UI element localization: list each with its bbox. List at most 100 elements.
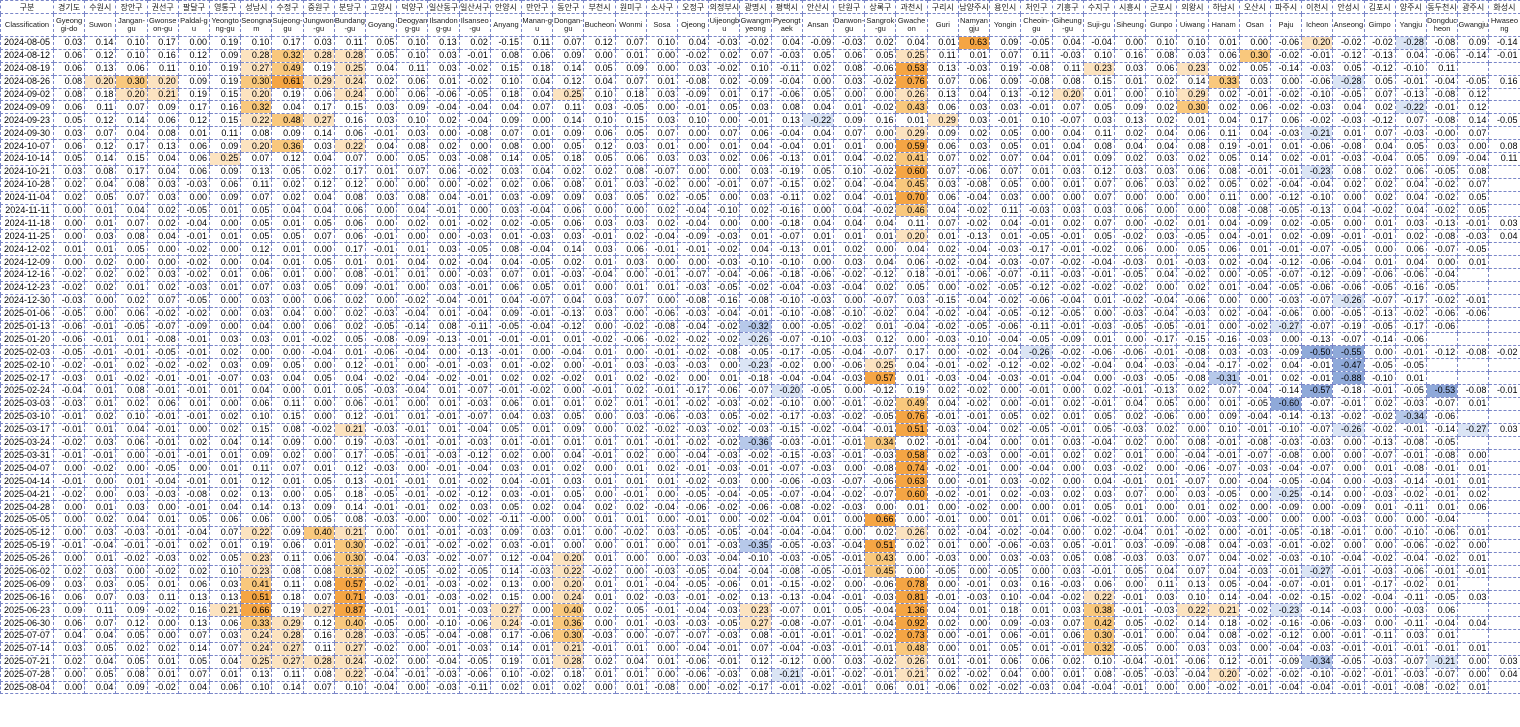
- table-cell: 0.22: [240, 113, 273, 128]
- table-cell: 0.05: [396, 152, 429, 166]
- table-cell: -0.03: [365, 461, 398, 476]
- table-cell: -0.12: [1425, 345, 1459, 360]
- table-cell: -0.02: [864, 100, 897, 115]
- table-cell: 0.03: [302, 139, 335, 154]
- table-cell: 0.01: [1082, 87, 1115, 102]
- table-cell: 0.01: [1425, 500, 1459, 514]
- table-cell: 0.00: [396, 358, 429, 373]
- table-cell: -0.01: [1238, 654, 1271, 669]
- table-cell: 0.02: [1145, 100, 1178, 115]
- column-header-en: Suji-gu: [1082, 13, 1115, 37]
- table-cell: -0.06: [1113, 345, 1147, 360]
- column-header-en: Danwon-gu: [833, 13, 866, 37]
- table-cell: -0.03: [770, 435, 803, 450]
- table-cell: -0.01: [146, 525, 179, 540]
- table-cell: 0.01: [1457, 525, 1490, 540]
- table-cell: -0.08: [1425, 36, 1459, 50]
- table-cell: -0.01: [1207, 435, 1240, 450]
- table-cell: 0.06: [177, 139, 211, 154]
- table-cell: -0.04: [645, 500, 679, 514]
- table-cell: 0.04: [146, 229, 179, 244]
- table-cell: 0.27: [333, 641, 367, 656]
- table-cell: -0.01: [365, 280, 398, 295]
- table-cell: -0.02: [864, 306, 897, 321]
- table-cell: 0.32: [240, 100, 273, 115]
- table-cell: -0.15: [770, 177, 803, 192]
- table-cell: -0.11: [1020, 319, 1053, 334]
- table-cell: -0.07: [1425, 396, 1459, 411]
- table-cell: -0.02: [552, 371, 585, 386]
- table-cell: 0.00: [365, 293, 398, 308]
- table-cell: 0.01: [1020, 641, 1053, 656]
- table-cell: -0.05: [1113, 667, 1147, 682]
- table-cell: 0.00: [989, 500, 1022, 514]
- table-cell: 0.07: [614, 293, 647, 308]
- table-cell: 0.00: [396, 641, 429, 656]
- table-cell: -0.03: [365, 512, 398, 527]
- table-cell: 0.00: [52, 551, 86, 566]
- table-cell: -0.04: [365, 680, 398, 695]
- table-cell: 0.02: [645, 203, 679, 218]
- table-cell: -0.04: [957, 435, 991, 450]
- table-cell: 0.01: [365, 164, 398, 179]
- table-cell: 0.00: [115, 461, 148, 476]
- table-cell: 0.19: [1207, 139, 1240, 154]
- table-cell: 0.17: [146, 36, 179, 50]
- table-cell: 0.03: [1207, 345, 1240, 360]
- table-cell: -0.05: [365, 319, 398, 334]
- table-cell: -0.04: [1425, 616, 1459, 630]
- table-cell: 0.14: [489, 641, 523, 656]
- table-cell: -0.02: [1363, 422, 1396, 437]
- table-cell: 0.51: [864, 538, 897, 553]
- table-cell: 0.00: [146, 242, 179, 257]
- table-cell: 0.03: [240, 293, 273, 308]
- table-cell: 0.01: [302, 538, 335, 553]
- table-cell: -0.03: [396, 551, 429, 566]
- table-cell: 0.04: [489, 255, 523, 270]
- table-cell: -0.05: [677, 487, 710, 502]
- table-cell: 0.00: [427, 229, 460, 244]
- table-cell: 0.00: [177, 190, 211, 205]
- table-cell: 0.01: [614, 474, 647, 489]
- table-cell: 0.03: [52, 577, 86, 592]
- table-cell: -0.04: [1425, 74, 1459, 89]
- table-cell: -0.08: [739, 293, 772, 308]
- table-cell: -0.02: [1269, 48, 1303, 63]
- table-cell: 0.05: [302, 487, 335, 502]
- table-cell: 0.06: [926, 190, 959, 205]
- table-cell: -0.04: [396, 345, 429, 360]
- table-row: 2025-06-09 0.03 0.03 0.05 0.01 0.06 0.03 0.41 0.…: [0, 577, 1520, 592]
- table-cell: 0.07: [1457, 177, 1490, 192]
- table-cell: -0.00: [1425, 126, 1459, 141]
- table-cell: -0.04: [521, 319, 554, 334]
- row-date: 2025-08-04: [0, 680, 54, 695]
- table-cell: 0.09: [333, 280, 367, 295]
- table-cell: -0.03: [1238, 564, 1271, 579]
- table-cell-empty: [1488, 371, 1520, 386]
- table-cell: -0.14: [1301, 487, 1334, 502]
- table-cell: 0.03: [895, 293, 928, 308]
- table-cell-empty: [1488, 319, 1520, 334]
- table-cell: 0.04: [864, 255, 897, 270]
- table-cell: -0.01: [1425, 487, 1459, 502]
- table-cell: -0.01: [1238, 87, 1271, 102]
- table-cell: 0.04: [240, 255, 273, 270]
- table-cell: 0.03: [365, 113, 398, 128]
- table-cell: -0.06: [52, 319, 86, 334]
- column-header-en: Ansan: [801, 13, 835, 37]
- table-cell: 0.09: [614, 61, 647, 76]
- table-cell: 0.08: [1145, 48, 1178, 63]
- table-cell: -0.01: [365, 500, 398, 514]
- table-cell: -0.01: [833, 680, 866, 695]
- table-cell: 0.01: [708, 87, 741, 102]
- table-cell: -0.02: [1145, 216, 1178, 231]
- table-cell: -0.01: [645, 242, 679, 257]
- table-cell: 0.03: [677, 61, 710, 76]
- table-cell: 0.06: [240, 512, 273, 527]
- table-cell: 0.04: [209, 500, 242, 514]
- table-cell: -0.01: [396, 435, 429, 450]
- table-cell: 0.06: [240, 268, 273, 282]
- table-cell: -0.09: [1145, 538, 1178, 553]
- table-cell: 0.01: [1457, 396, 1490, 411]
- row-date: 2025-07-28: [0, 667, 54, 682]
